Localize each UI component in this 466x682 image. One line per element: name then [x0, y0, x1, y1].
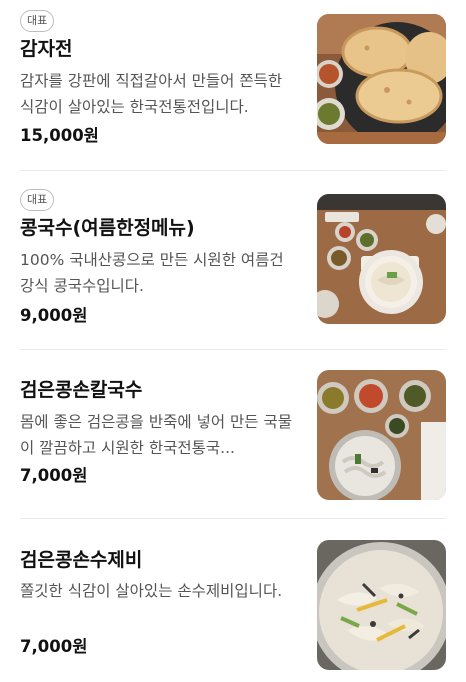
signature-badge: 대표	[20, 189, 55, 211]
menu-item-name: 콩국수(여름한정메뉴)	[20, 217, 195, 239]
signature-badge: 대표	[20, 10, 55, 32]
black-bean-kalguksu-photo[interactable]	[317, 370, 446, 500]
menu-item-name: 검은콩손칼국수	[20, 379, 143, 401]
potato-pancake-photo[interactable]	[317, 14, 446, 144]
menu-item-description: 100% 국내산콩으로 만든 시원한 여름건강식 콩국수입니다.	[20, 251, 284, 295]
menu-item-black-bean-sujebi[interactable]: 검은콩손수제비 쫄깃한 식감이 살아있는 손수제비입니다. 7,000원	[0, 519, 466, 682]
menu-item-price: 9,000원	[20, 306, 88, 325]
menu-item-description: 감자를 강판에 직접갈아서 만들어 쫀득한 식감이 살아있는 한국전통전입니다.	[20, 72, 283, 116]
menu-item-potato-pancake[interactable]: 대표 감자전 감자를 강판에 직접갈아서 만들어 쫀득한 식감이 살아있는 한국…	[0, 0, 466, 170]
menu-item-description: 몸에 좋은 검은콩을 반죽에 넣어 만든 국물이 깔끔하고 시원한 한국전통국.…	[20, 413, 292, 457]
menu-item-price: 7,000원	[20, 466, 88, 485]
menu-item-black-bean-kalguksu[interactable]: 검은콩손칼국수 몸에 좋은 검은콩을 반죽에 넣어 만든 국물이 깔끔하고 시원…	[0, 350, 466, 518]
soybean-noodle-photo[interactable]	[317, 194, 446, 324]
menu-item-soybean-noodle[interactable]: 대표 콩국수(여름한정메뉴) 100% 국내산콩으로 만든 시원한 여름건강식 …	[0, 171, 466, 349]
menu-item-price: 7,000원	[20, 637, 88, 656]
menu-list: 대표 감자전 감자를 강판에 직접갈아서 만들어 쫀득한 식감이 살아있는 한국…	[0, 0, 466, 682]
menu-item-name: 검은콩손수제비	[20, 549, 143, 571]
black-bean-sujebi-photo[interactable]	[317, 540, 446, 670]
menu-item-name: 감자전	[20, 38, 73, 60]
menu-item-description: 쫄깃한 식감이 살아있는 손수제비입니다.	[20, 582, 283, 600]
menu-item-price: 15,000원	[20, 126, 99, 145]
